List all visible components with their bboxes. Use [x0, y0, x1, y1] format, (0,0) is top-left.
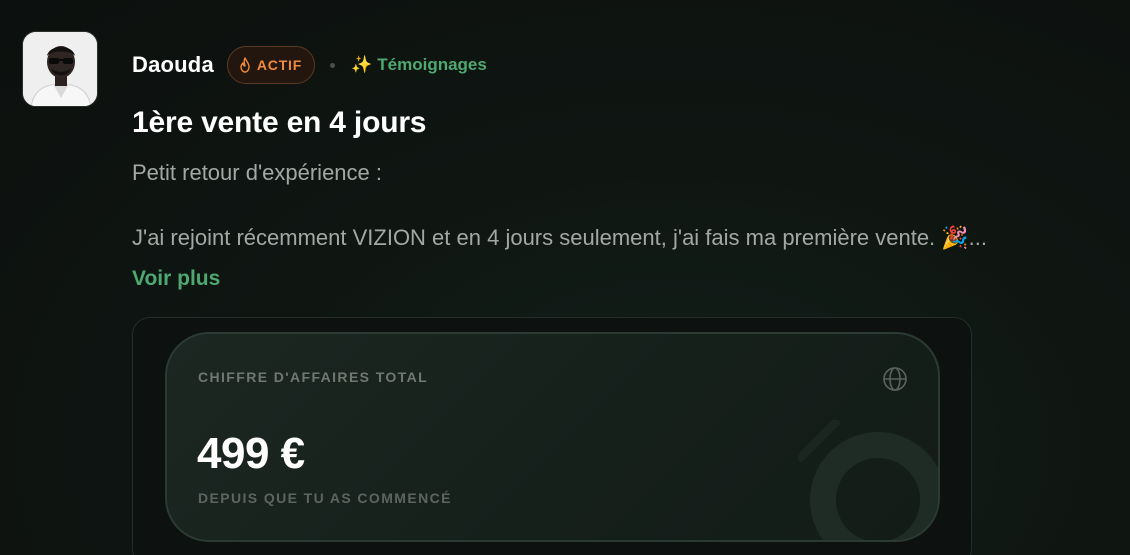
decorative-watermark	[798, 420, 938, 540]
author-avatar[interactable]	[22, 31, 98, 107]
post-media-preview[interactable]: CHIFFRE D'AFFAIRES TOTAL 499 € DEPUIS QU…	[132, 317, 972, 555]
globe-icon	[883, 367, 907, 391]
post-excerpt-line-2: J'ai rejoint récemment VIZION et en 4 jo…	[132, 225, 988, 250]
post-excerpt-line-1: Petit retour d'expérience :	[132, 160, 383, 185]
author-name[interactable]: Daouda	[132, 52, 214, 78]
revenue-amount: 499 €	[197, 429, 305, 478]
revenue-card: CHIFFRE D'AFFAIRES TOTAL 499 € DEPUIS QU…	[165, 332, 940, 542]
see-more-link[interactable]: Voir plus	[132, 267, 220, 291]
avatar-photo	[23, 32, 97, 106]
category-label: Témoignages	[377, 55, 487, 74]
post-header: Daouda ACTIF ✨ Témoignages	[132, 45, 487, 85]
revenue-card-label: CHIFFRE D'AFFAIRES TOTAL	[198, 369, 429, 385]
status-badge: ACTIF	[226, 46, 316, 84]
status-badge-label: ACTIF	[256, 57, 303, 73]
separator-dot	[330, 62, 336, 68]
revenue-card-sublabel: DEPUIS QUE TU AS COMMENCÉ	[198, 490, 452, 506]
post-title[interactable]: 1ère vente en 4 jours	[132, 106, 426, 140]
flame-icon	[240, 57, 250, 73]
category-link[interactable]: ✨ Témoignages	[351, 55, 487, 75]
post-card: Daouda ACTIF ✨ Témoignages 1ère vente en…	[0, 0, 1130, 555]
sparkles-icon: ✨	[351, 55, 373, 74]
